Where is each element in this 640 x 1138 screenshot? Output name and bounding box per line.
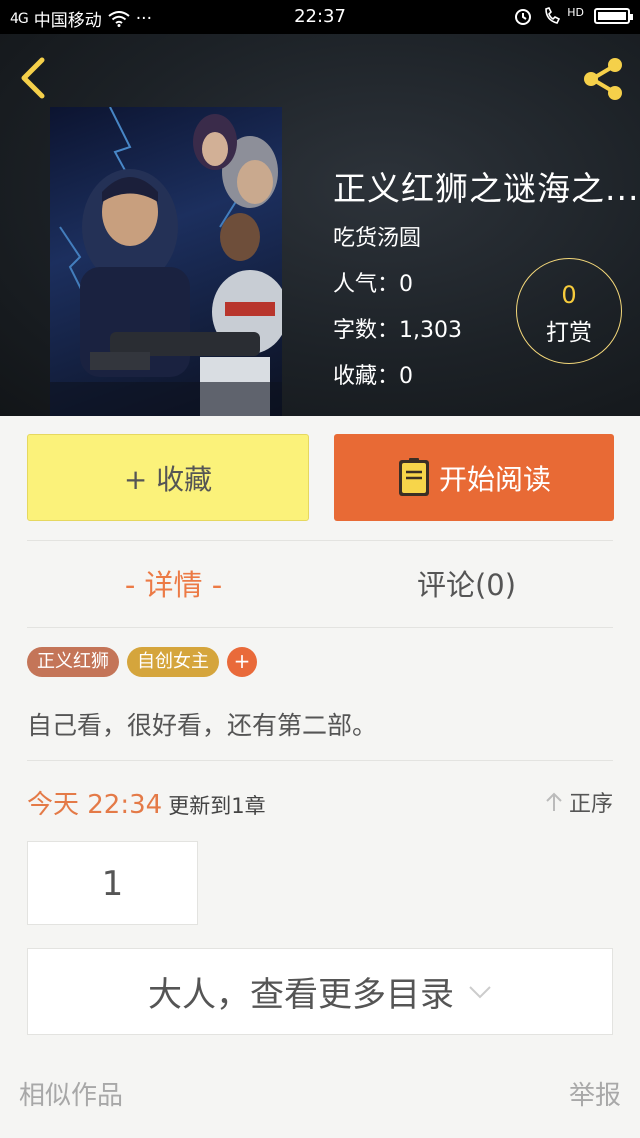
back-arrow-icon[interactable] bbox=[14, 54, 54, 102]
alarm-icon bbox=[515, 9, 532, 25]
add-to-collection-button[interactable]: + 收藏 bbox=[27, 434, 309, 521]
book-title: 正义红狮之谜海之... bbox=[333, 169, 640, 208]
hd-label: HD bbox=[567, 5, 584, 19]
sort-order-button[interactable]: 正序 bbox=[545, 786, 613, 818]
chapter-item[interactable]: 1 bbox=[27, 841, 198, 925]
add-tag-button[interactable]: + bbox=[227, 647, 257, 677]
update-text: 更新到1章 bbox=[168, 794, 266, 818]
book-icon bbox=[398, 457, 429, 496]
collect-label: + 收藏 bbox=[123, 462, 213, 496]
book-author[interactable]: 吃货汤圆 bbox=[333, 220, 633, 252]
tag-chip[interactable]: 正义红狮 bbox=[27, 647, 119, 677]
tab-detail[interactable]: - 详情 - bbox=[27, 562, 320, 612]
similar-works-label: 相似作品 bbox=[19, 1081, 124, 1111]
hd-call-icon bbox=[545, 7, 561, 24]
tag-list: 正义红狮 自创女主 + bbox=[27, 647, 257, 677]
view-more-catalog-button[interactable]: 大人，查看更多目录 bbox=[27, 948, 613, 1035]
divider bbox=[27, 627, 613, 628]
book-header: 正义红狮之谜海之... 吃货汤圆 人气：0 字数：1,303 收藏：0 0 打赏 bbox=[0, 34, 640, 416]
share-icon[interactable] bbox=[578, 54, 628, 104]
start-reading-button[interactable]: 开始阅读 bbox=[334, 434, 614, 521]
tab-comments[interactable]: 评论(0) bbox=[320, 562, 613, 612]
report-link[interactable]: 举报 bbox=[569, 1075, 621, 1112]
reward-label: 打赏 bbox=[546, 320, 592, 346]
read-label: 开始阅读 bbox=[438, 462, 551, 496]
divider bbox=[27, 760, 613, 761]
divider bbox=[27, 540, 613, 541]
battery-icon bbox=[594, 8, 633, 24]
reward-count: 0 bbox=[561, 281, 577, 309]
chevron-down-icon bbox=[469, 985, 491, 998]
cover-artwork bbox=[50, 107, 282, 416]
reward-button[interactable]: 0 打赏 bbox=[516, 258, 622, 364]
update-date: 今天 22:34 bbox=[27, 790, 163, 820]
arrow-up-icon bbox=[546, 792, 562, 811]
tag-chip[interactable]: 自创女主 bbox=[127, 647, 219, 677]
more-catalog-label: 大人，查看更多目录 bbox=[148, 975, 454, 1015]
synopsis-text: 自己看，很好看，还有第二部。 bbox=[27, 711, 378, 740]
sort-label: 正序 bbox=[568, 792, 613, 817]
favorites-stat: 收藏：0 bbox=[333, 364, 413, 389]
status-bar: 4G 中国移动 ··· 22:37 HD bbox=[0, 0, 640, 34]
book-cover-image[interactable] bbox=[50, 107, 282, 416]
update-info: 今天 22:34 更新到1章 正序 bbox=[27, 784, 613, 820]
